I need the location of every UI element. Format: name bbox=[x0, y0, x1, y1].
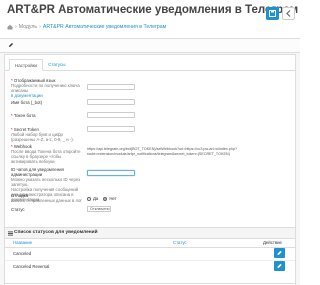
home-icon[interactable] bbox=[7, 24, 13, 30]
language-input[interactable] bbox=[87, 84, 135, 90]
page-header: ART&PR Автоматические уведомления в Теле… bbox=[0, 0, 300, 38]
row-name: Canceled bbox=[13, 251, 32, 256]
breadcrumb-home[interactable]: Модуль bbox=[19, 24, 37, 30]
edit-button[interactable] bbox=[274, 248, 285, 258]
status-select[interactable]: Отключено bbox=[87, 206, 111, 212]
breadcrumb: › Модуль › ART&PR Автоматические уведомл… bbox=[7, 24, 166, 30]
breadcrumb-separator: › bbox=[15, 24, 17, 30]
table-row: Canceled bbox=[5, 247, 295, 261]
list-icon bbox=[8, 231, 13, 236]
debug-yes-radio[interactable] bbox=[87, 196, 91, 201]
field-name-label: * Отображаемый язык Подробности по получ… bbox=[11, 78, 80, 98]
secret-token-input[interactable] bbox=[87, 126, 135, 132]
tab-bar: Настройки Статусы bbox=[9, 59, 71, 71]
column-name[interactable]: Название bbox=[13, 240, 32, 245]
row-name: Canceled Reversal bbox=[13, 264, 50, 269]
bot-token-input[interactable] bbox=[87, 112, 135, 118]
panel-heading bbox=[0, 39, 300, 53]
table-row: Canceled Reversal bbox=[5, 260, 295, 273]
chat-id-input[interactable] bbox=[87, 170, 135, 176]
statuses-panel-title: Список статусов для уведомлений bbox=[14, 230, 98, 235]
secret-token-label: * Secret Token Любой набор букв и цифр (… bbox=[11, 127, 74, 142]
edit-button[interactable] bbox=[274, 261, 285, 271]
webhook-label: * Webhook После ввода Токена бота открой… bbox=[11, 144, 81, 164]
column-status[interactable]: Статус bbox=[173, 240, 187, 245]
edit-icon bbox=[277, 250, 282, 255]
back-button[interactable] bbox=[282, 7, 295, 20]
bot-name-input[interactable] bbox=[87, 99, 135, 105]
statuses-panel-heading: Список статусов для уведомлений bbox=[5, 228, 295, 239]
tab-settings[interactable]: Настройки bbox=[9, 59, 44, 71]
debug-label: Отладка Запись отправленных данных в лог bbox=[11, 193, 82, 203]
page-title: ART&PR Автоматические уведомления в Теле… bbox=[7, 4, 299, 16]
edit-icon bbox=[277, 263, 282, 268]
bot-name-label: Имя бота (_bot) bbox=[11, 100, 43, 105]
webhook-url[interactable]: https://api.telegram.org/bot{BOT_TOKEN}/… bbox=[87, 147, 267, 157]
breadcrumb-current[interactable]: ART&PR Автоматические уведомления в Теле… bbox=[43, 24, 166, 30]
statuses-panel: Список статусов для уведомлений Название… bbox=[4, 227, 296, 284]
tab-statuses[interactable]: Статусы bbox=[43, 59, 70, 71]
back-icon bbox=[286, 10, 291, 17]
documentation-link[interactable]: в документации bbox=[11, 93, 43, 98]
debug-radio-group: Да Нет bbox=[87, 196, 117, 201]
pencil-icon bbox=[9, 43, 13, 47]
column-action: Действие bbox=[263, 240, 282, 245]
save-button[interactable] bbox=[266, 7, 279, 20]
debug-no-radio[interactable] bbox=[103, 196, 108, 201]
status-label: Статус bbox=[11, 207, 25, 212]
save-icon bbox=[269, 10, 276, 17]
bot-token-label: * Токен бота bbox=[11, 113, 36, 118]
breadcrumb-separator: › bbox=[39, 24, 41, 30]
